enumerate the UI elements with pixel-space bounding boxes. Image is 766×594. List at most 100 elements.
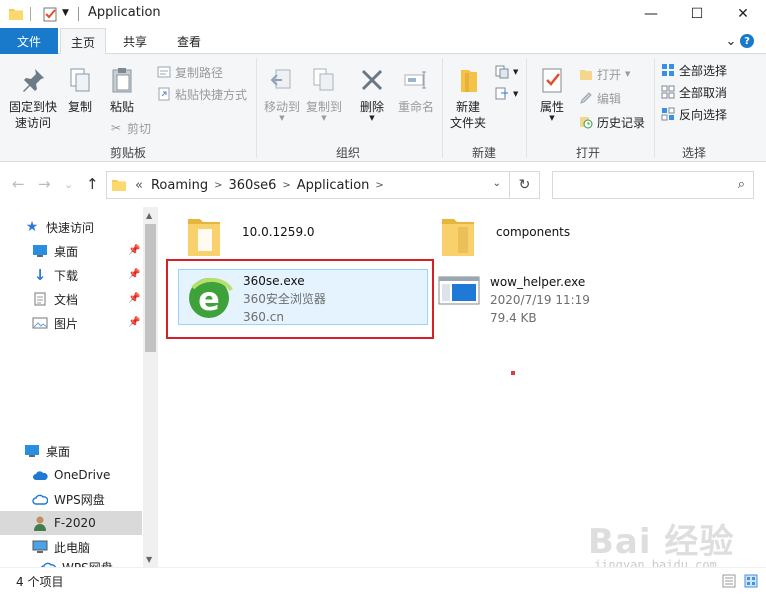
easy-access-icon (494, 86, 510, 102)
paste-label: 粘贴 (109, 100, 134, 114)
title-separator (78, 7, 79, 21)
pinned-icon: 📌 (128, 245, 141, 256)
tab-view[interactable]: 查看 (166, 28, 212, 54)
clipboard-group-label: 剪贴板 (109, 146, 146, 160)
cut-label: 剪切 (127, 121, 152, 136)
rename-button[interactable]: 重命名 (394, 64, 438, 115)
nav-onedrive[interactable]: OneDrive (32, 463, 142, 487)
ribbon-expand-icon[interactable]: ⌄ (722, 28, 740, 54)
pinned-icon: 📌 (128, 269, 141, 280)
nav-this-pc-label: 此电脑 (54, 540, 91, 555)
address-bar[interactable]: « Roaming > 360se6 > Application > ⌄ (106, 171, 510, 199)
nav-user-f2020[interactable]: F-2020 (0, 511, 142, 535)
nav-user-label: F-2020 (54, 516, 96, 530)
select-all-icon (660, 62, 676, 78)
copy-button[interactable]: 复制 (62, 64, 98, 115)
nav-documents[interactable]: 文档 (32, 287, 142, 311)
title-divider (30, 7, 31, 21)
breadcrumb-360se6[interactable]: 360se6 (229, 178, 277, 193)
open-button[interactable]: 打开 ▼ (578, 64, 630, 84)
breadcrumb-roaming[interactable]: Roaming (151, 178, 208, 193)
marker-dot (511, 371, 515, 375)
edit-button[interactable]: 编辑 (578, 88, 621, 108)
properties-check-icon[interactable] (42, 6, 58, 22)
recent-locations-icon[interactable]: ⌄ (64, 178, 73, 191)
minimize-button[interactable]: — (628, 0, 674, 28)
forward-arrow-icon[interactable]: → (38, 175, 51, 193)
close-button[interactable]: ✕ (720, 0, 766, 28)
copy-path-button[interactable]: 复制路径 (156, 62, 223, 82)
large-icons-view-icon[interactable] (744, 574, 758, 588)
paste-button[interactable]: 粘贴 (104, 64, 140, 115)
navigation-bar: ← → ⌄ ↑ « Roaming > 360se6 > Application… (0, 163, 766, 207)
file-tile-folder-version[interactable]: 10.0.1259.0 (184, 213, 414, 265)
nav-wps-drive[interactable]: WPS网盘 (32, 487, 142, 511)
breadcrumb-chevron-icon[interactable]: > (214, 180, 222, 191)
group-separator (256, 58, 257, 158)
delete-button[interactable]: 删除 ▼ (354, 64, 390, 122)
nav-downloads[interactable]: ↓ 下载 (32, 263, 142, 287)
maximize-button[interactable]: ☐ (674, 0, 720, 28)
details-view-icon[interactable] (722, 574, 736, 588)
new-folder-button[interactable]: 新建 文件夹 (446, 64, 490, 131)
group-separator (654, 58, 655, 158)
quick-access-dropdown-icon[interactable]: ▼ (62, 8, 78, 24)
paste-shortcut-icon (156, 86, 172, 102)
easy-access-button[interactable]: ▼ (494, 84, 518, 104)
breadcrumb-chevron-icon[interactable]: > (282, 180, 290, 191)
nav-wps-drive-2[interactable]: WPS网盘 (40, 559, 142, 567)
invert-selection-button[interactable]: 反向选择 (660, 104, 727, 124)
select-none-label: 全部取消 (679, 85, 728, 100)
help-icon[interactable]: ? (740, 34, 754, 48)
select-none-button[interactable]: 全部取消 (660, 82, 727, 102)
nav-this-pc[interactable]: 此电脑 (32, 535, 142, 559)
move-to-button[interactable]: 移动到 ▼ (262, 64, 302, 122)
tab-home[interactable]: 主页 (60, 28, 106, 55)
refresh-button[interactable]: ↻ (510, 171, 540, 199)
open-label: 打开 (597, 67, 622, 82)
edit-icon (578, 90, 594, 106)
navigation-pane: ★ 快速访问 桌面 📌 ↓ 下载 📌 文档 📌 图片 📌 桌面 OneDrive… (0, 207, 158, 567)
select-group-label: 选择 (681, 146, 706, 160)
file-tile-folder-components[interactable]: components (438, 213, 678, 265)
select-all-button[interactable]: 全部选择 (660, 60, 727, 80)
navpane-scrollbar[interactable]: ▲ ▼ (143, 207, 158, 567)
file-name: 10.0.1259.0 (242, 225, 315, 239)
breadcrumb-chevron-icon[interactable]: > (375, 180, 383, 191)
breadcrumb-overflow[interactable]: « (135, 178, 143, 193)
paste-shortcut-button[interactable]: 粘贴快捷方式 (156, 84, 247, 104)
nav-desktop[interactable]: 桌面 (24, 439, 142, 463)
cut-button[interactable]: ✂ 剪切 (108, 118, 151, 138)
move-to-label: 移动到 (263, 100, 300, 114)
breadcrumb-application[interactable]: Application (297, 178, 370, 193)
copy-to-button[interactable]: 复制到 ▼ (304, 64, 344, 122)
tab-file[interactable]: 文件 (0, 28, 58, 54)
tab-share[interactable]: 共享 (112, 28, 158, 54)
nav-pictures[interactable]: 图片 (32, 311, 142, 335)
scroll-down-icon[interactable]: ▼ (146, 555, 152, 564)
search-input[interactable]: ⌕ (552, 171, 754, 199)
new-item-button[interactable]: ▼ (494, 62, 518, 82)
scroll-thumb[interactable] (145, 224, 156, 352)
nav-desktop-quick[interactable]: 桌面 (32, 239, 142, 263)
file-size: 79.4 KB (490, 311, 537, 325)
scroll-up-icon[interactable]: ▲ (146, 211, 152, 220)
history-button[interactable]: 历史记录 (578, 112, 645, 132)
file-tile-wow-helper-exe[interactable]: wow_helper.exe 2020/7/19 11:19 79.4 KB (438, 273, 678, 329)
back-arrow-icon[interactable]: ← (12, 175, 25, 193)
organize-group-label: 组织 (335, 146, 360, 160)
properties-button[interactable]: 属性 ▼ (532, 64, 572, 122)
picture-icon (32, 315, 48, 331)
nav-quick-access[interactable]: ★ 快速访问 (24, 215, 142, 239)
history-icon (578, 114, 594, 130)
address-dropdown-icon[interactable]: ⌄ (493, 178, 501, 189)
folder-icon (184, 213, 236, 265)
invert-selection-label: 反向选择 (679, 107, 728, 122)
nav-desktop-root-label: 桌面 (46, 444, 71, 459)
pin-to-quick-access-button[interactable]: 固定到快 速访问 (6, 64, 60, 131)
title-bar: ▼ Application — ☐ ✕ (0, 0, 766, 28)
delete-x-icon (356, 64, 388, 96)
up-arrow-icon[interactable]: ↑ (86, 175, 99, 193)
properties-label: 属性 (539, 100, 564, 114)
folder-icon[interactable] (8, 6, 24, 22)
